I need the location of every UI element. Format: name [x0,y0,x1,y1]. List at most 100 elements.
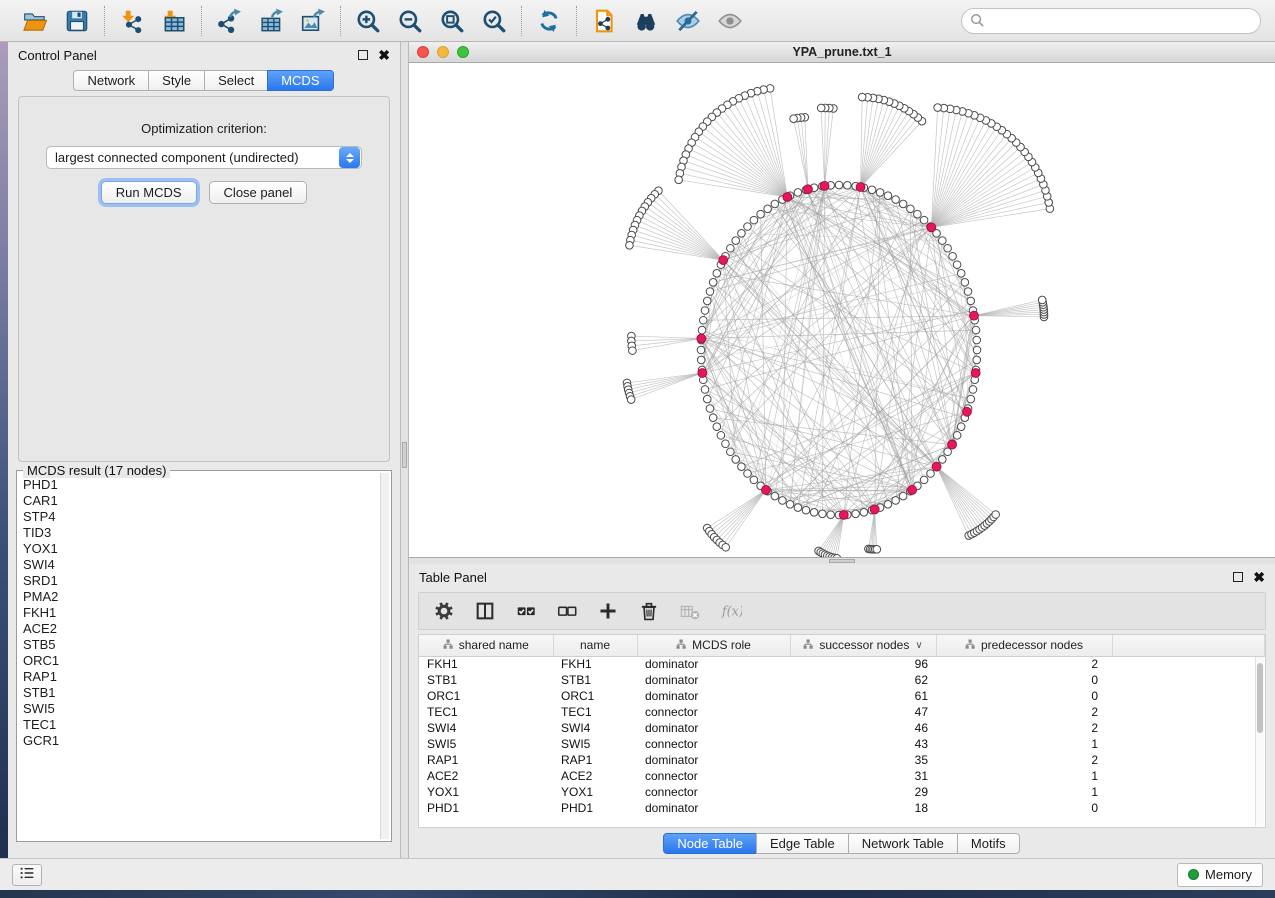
mcds-result-item[interactable]: TEC1 [21,717,379,733]
mcds-result-list[interactable]: PHD1CAR1STP4TID3YOX1SWI4SRD1PMA2FKH1ACE2… [21,477,379,839]
column-header-name[interactable]: name [553,635,637,656]
table-row[interactable]: TEC1TEC1connector472 [419,704,1265,720]
tab-network[interactable]: Network [73,70,149,91]
maximize-window-icon[interactable] [457,46,469,58]
column-header-predecessor-nodes[interactable]: predecessor nodes [936,635,1112,656]
svg-text:f(x): f(x) [721,605,742,620]
search-field[interactable] [961,8,1261,34]
mcds-result-item[interactable]: STB1 [21,685,379,701]
task-history-button[interactable] [12,864,42,886]
table-row[interactable]: STB1STB1dominator620 [419,672,1265,688]
show-eye-icon[interactable] [717,8,743,34]
export-table-icon[interactable] [258,8,284,34]
splitter-grip[interactable] [402,442,407,468]
table-row[interactable]: YOX1YOX1connector291 [419,784,1265,800]
import-table-icon[interactable] [161,8,187,34]
checks-on-icon[interactable] [515,600,537,622]
tab-style[interactable]: Style [148,70,205,91]
zoom-in-icon[interactable] [355,8,381,34]
control-panel-title: Control Panel [18,48,97,63]
gear-icon[interactable] [433,600,455,622]
column-label: predecessor nodes [981,638,1083,652]
tab-network-table[interactable]: Network Table [848,833,958,854]
network-canvas[interactable] [409,63,1275,557]
column-header-shared-name[interactable]: shared name [419,635,553,656]
plus-icon[interactable] [597,600,619,622]
doc-network-icon[interactable] [591,8,617,34]
vertical-splitter[interactable] [400,42,409,858]
tab-select[interactable]: Select [204,70,268,91]
table-row[interactable]: FKH1FKH1dominator962 [419,656,1265,672]
open-icon[interactable] [22,8,48,34]
save-icon[interactable] [64,8,90,34]
tab-edge-table[interactable]: Edge Table [756,833,849,854]
column-label: successor nodes [819,638,909,652]
mcds-result-item[interactable]: SWI4 [21,557,379,573]
zoom-out-icon[interactable] [397,8,423,34]
table-row[interactable]: RAP1RAP1dominator352 [419,752,1265,768]
close-window-icon[interactable] [417,46,429,58]
zoom-fit-icon[interactable] [439,8,465,34]
table-cell: dominator [637,672,790,688]
zoom-selected-icon[interactable] [481,8,507,34]
mcds-result-item[interactable]: SRD1 [21,573,379,589]
mcds-result-item[interactable]: CAR1 [21,493,379,509]
close-panel-icon[interactable]: ✖ [1253,570,1265,584]
scrollbar-thumb[interactable] [1257,663,1263,733]
network-window-titlebar[interactable]: YPA_prune.txt_1 [409,42,1275,63]
mcds-options-panel: Optimization criterion: largest connecte… [18,96,390,462]
close-panel-icon[interactable]: ✖ [378,48,390,62]
column-header-MCDS-role[interactable]: MCDS role [637,635,790,656]
mcds-result-item[interactable]: ORC1 [21,653,379,669]
export-image-icon[interactable] [300,8,326,34]
tab-node-table[interactable]: Node Table [663,833,757,854]
export-network-icon[interactable] [216,8,242,34]
hide-eye-icon[interactable] [675,8,701,34]
mcds-result-item[interactable]: PHD1 [21,477,379,493]
refresh-icon[interactable] [536,8,562,34]
splitter-grip[interactable] [829,559,855,563]
network-graph[interactable] [409,63,1275,557]
minimize-window-icon[interactable] [437,46,449,58]
table-row[interactable]: ORC1ORC1dominator610 [419,688,1265,704]
column-label: name [580,638,610,652]
trash-icon[interactable] [638,600,660,622]
float-panel-icon[interactable] [1233,572,1243,582]
mcds-result-item[interactable]: STP4 [21,509,379,525]
table-cell: 0 [936,800,1112,816]
table-row[interactable]: SWI5SWI5connector431 [419,736,1265,752]
mcds-result-item[interactable]: RAP1 [21,669,379,685]
mcds-list-scrollbar[interactable] [380,473,389,839]
memory-label: Memory [1205,867,1252,882]
table-cell: 35 [790,752,936,768]
table-cell: connector [637,784,790,800]
mcds-result-item[interactable]: FKH1 [21,605,379,621]
mcds-result-item[interactable]: STB5 [21,637,379,653]
tab-motifs[interactable]: Motifs [957,833,1020,854]
mcds-result-item[interactable]: TID3 [21,525,379,541]
mcds-result-item[interactable]: YOX1 [21,541,379,557]
import-network-icon[interactable] [119,8,145,34]
checks-off-icon[interactable] [556,600,578,622]
table-row[interactable]: PHD1PHD1dominator180 [419,800,1265,816]
mcds-result-item[interactable]: PMA2 [21,589,379,605]
close-panel-button[interactable]: Close panel [209,181,308,204]
columns-icon[interactable] [474,600,496,622]
run-mcds-button[interactable]: Run MCDS [101,181,197,204]
mcds-result-item[interactable]: ACE2 [21,621,379,637]
mcds-result-item[interactable]: GCR1 [21,733,379,749]
table-row[interactable]: ACE2ACE2connector311 [419,768,1265,784]
table-scrollbar[interactable] [1255,657,1264,826]
hierarchy-icon [676,638,686,652]
search-input[interactable] [990,13,1252,29]
tab-mcds[interactable]: MCDS [267,70,333,91]
column-header-successor-nodes[interactable]: successor nodes∨ [790,635,936,656]
memory-button[interactable]: Memory [1177,863,1263,887]
binoculars-icon[interactable] [633,8,659,34]
mcds-result-item[interactable]: SWI5 [21,701,379,717]
table-row[interactable]: SWI4SWI4dominator462 [419,720,1265,736]
main-content: Control Panel ✖ NetworkStyleSelectMCDS O… [0,42,1275,858]
float-panel-icon[interactable] [358,50,368,60]
node-table: shared name name MCDS rolesuccessor nodes∨… [418,634,1266,828]
optimization-criterion-dropdown[interactable]: largest connected component (undirected) [46,146,362,169]
